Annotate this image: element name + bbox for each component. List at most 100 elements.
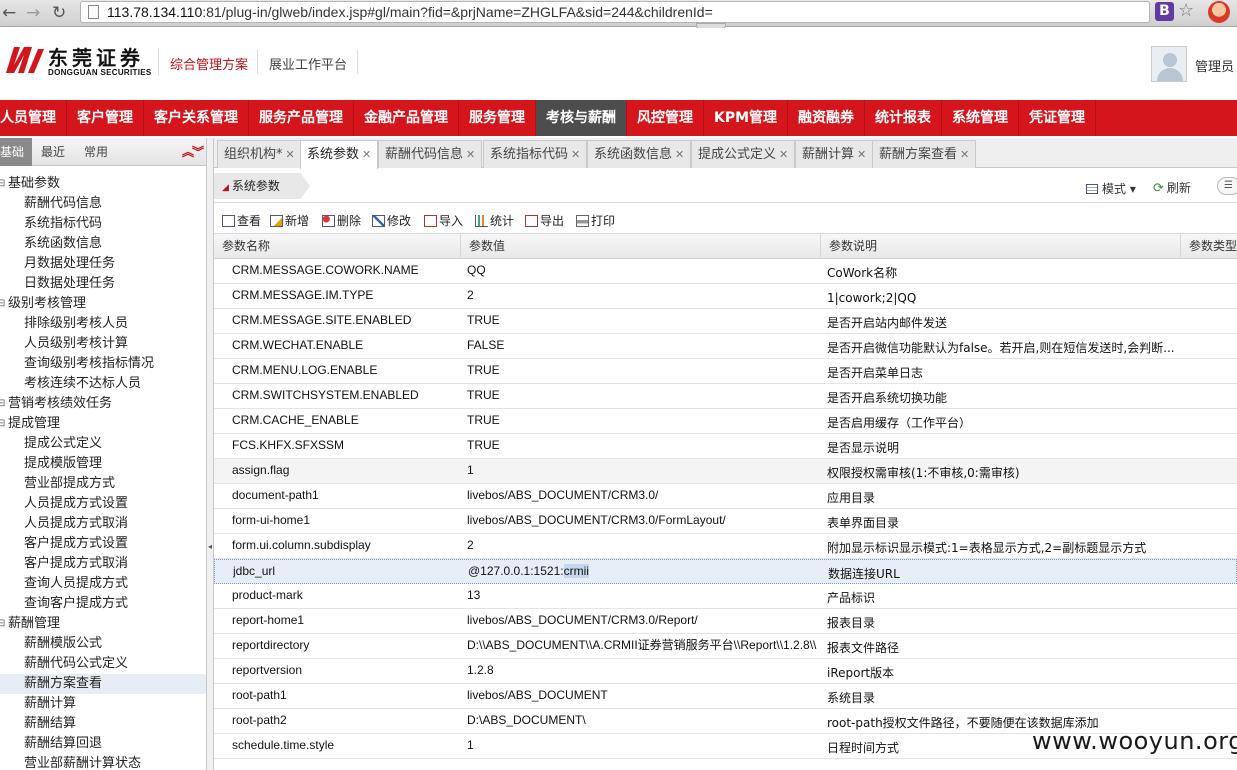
nav-item-voucher[interactable]: 凭证管理 xyxy=(1019,100,1097,136)
tree-expander-icon[interactable]: ⊟ xyxy=(0,394,5,414)
table-row[interactable]: report-home1 livebos/ABS_DOCUMENT/CRM3.0/… xyxy=(214,609,1237,634)
nav-item-service[interactable]: 服务管理 xyxy=(459,100,536,136)
nav-item-customer[interactable]: 客户管理 xyxy=(67,100,144,136)
tab-salary-plan[interactable]: 薪酬方案查看 ✕ xyxy=(872,140,977,168)
back-arrow-icon[interactable]: ← xyxy=(2,3,16,23)
table-row[interactable]: document-path1 livebos/ABS_DOCUMENT/CRM3.… xyxy=(214,484,1237,509)
tree-item[interactable]: 客户提成方式取消 xyxy=(0,554,206,574)
tree-item[interactable]: 薪酬结算回退 xyxy=(0,734,206,754)
tree-item[interactable]: 排除级别考核人员 xyxy=(0,314,206,334)
tab-salary-calc[interactable]: 薪酬计算 ✕ xyxy=(795,140,874,168)
tab-org[interactable]: 组织机构* ✕ xyxy=(217,140,302,168)
add-button[interactable]: 新增 xyxy=(270,212,309,229)
tree-item[interactable]: 营业部提成方式 xyxy=(0,474,206,494)
header-link-workbench[interactable]: 展业工作平台 xyxy=(269,54,347,73)
header-link-management[interactable]: 综合管理方案 xyxy=(170,54,248,73)
tree-item[interactable]: 提成模版管理 xyxy=(0,454,206,474)
tab-close-icon[interactable]: ✕ xyxy=(960,148,969,161)
user-avatar[interactable] xyxy=(1151,46,1187,82)
tab-system-index[interactable]: 系统指标代码 ✕ xyxy=(483,140,588,168)
tree-item[interactable]: 考核连续不达标人员 xyxy=(0,374,206,394)
tree-folder[interactable]: ⊟ 营销考核绩效任务 xyxy=(0,394,206,414)
tree-item[interactable]: 系统函数信息 xyxy=(0,234,206,254)
list-toggle-icon[interactable]: ☰ xyxy=(1217,177,1237,195)
column-header-desc[interactable]: 参数说明 xyxy=(821,234,1181,259)
tab-system-params[interactable]: 系统参数 ✕ xyxy=(300,140,379,169)
table-row[interactable]: assign.flag 1 权限授权需审核(1:不审核,0:需审核) xyxy=(214,459,1237,484)
table-row[interactable]: reportversion 1.2.8 iReport版本 xyxy=(214,659,1237,684)
tree-item[interactable]: 月数据处理任务 xyxy=(0,254,206,274)
collapse-left-icon[interactable]: ◂ xyxy=(208,542,212,551)
tab-system-function[interactable]: 系统函数信息 ✕ xyxy=(587,140,692,168)
nav-item-personnel[interactable]: 人员管理 xyxy=(0,100,67,136)
sidebar-tab-favorites[interactable]: 常用 xyxy=(76,138,116,166)
table-row[interactable]: FCS.KHFX.SFXSSM TRUE 是否显示说明 xyxy=(214,434,1237,459)
tree-item[interactable]: 薪酬方案查看 xyxy=(0,674,206,694)
column-header-name[interactable]: 参数名称 xyxy=(214,234,461,259)
nav-item-service-product[interactable]: 服务产品管理 xyxy=(249,100,354,136)
profile-avatar-icon[interactable] xyxy=(1208,1,1230,23)
nav-item-assessment-salary[interactable]: 考核与薪酬 xyxy=(536,100,627,136)
tab-close-icon[interactable]: ✕ xyxy=(466,148,475,161)
tab-close-icon[interactable]: ✕ xyxy=(571,148,580,161)
nav-item-margin[interactable]: 融资融券 xyxy=(788,100,866,136)
sidebar-tab-basic[interactable]: 基础 xyxy=(0,138,32,166)
tree-item[interactable]: 营业部薪酬计算状态 xyxy=(0,754,206,770)
tab-close-icon[interactable]: ✕ xyxy=(286,148,295,161)
table-row[interactable]: product-mark 13 产品标识 xyxy=(214,584,1237,609)
view-button[interactable]: 查看 xyxy=(222,212,261,229)
tree-folder[interactable]: ⊟ 基础参数 xyxy=(0,174,206,194)
delete-button[interactable]: 删除 xyxy=(322,212,361,229)
import-button[interactable]: 导入 xyxy=(424,212,463,229)
view-mode-dropdown[interactable]: 模式 ▾ xyxy=(1086,180,1136,197)
tree-item[interactable]: 系统指标代码 xyxy=(0,214,206,234)
table-row[interactable]: CRM.WECHAT.ENABLE FALSE 是否开启微信功能默认为false。若… xyxy=(214,334,1237,359)
table-row[interactable]: form.ui.column.subdisplay 2 附加显示标识显示模式:1=表… xyxy=(214,534,1237,559)
tree-item[interactable]: 日数据处理任务 xyxy=(0,274,206,294)
nav-item-financial-product[interactable]: 金融产品管理 xyxy=(354,100,459,136)
tree-folder[interactable]: ⊟ 薪酬管理 xyxy=(0,614,206,634)
address-bar[interactable]: 113.78.134.110:81/plug-in/glweb/index.js… xyxy=(80,1,1150,23)
tree-folder[interactable]: ⊟ 提成管理 xyxy=(0,414,206,434)
tree-item[interactable]: 薪酬结算 xyxy=(0,714,206,734)
bookmark-star-icon[interactable]: ☆ xyxy=(1178,0,1194,21)
edit-button[interactable]: 修改 xyxy=(372,212,411,229)
tree-item[interactable]: 薪酬代码信息 xyxy=(0,194,206,214)
reload-icon[interactable]: ↻ xyxy=(52,3,66,23)
tab-close-icon[interactable]: ✕ xyxy=(779,148,788,161)
nav-item-crm[interactable]: 客户关系管理 xyxy=(144,100,249,136)
tree-expander-icon[interactable]: ⊟ xyxy=(0,614,5,634)
table-row[interactable]: CRM.SWITCHSYSTEM.ENABLED TRUE 是否开启系统切换功能 xyxy=(214,384,1237,409)
tree-expander-icon[interactable]: ⊟ xyxy=(0,414,5,434)
table-row[interactable]: CRM.MESSAGE.IM.TYPE 2 1|cowork;2|QQ xyxy=(214,284,1237,309)
tab-close-icon[interactable]: ✕ xyxy=(362,148,371,161)
table-row[interactable]: CRM.MESSAGE.SITE.ENABLED TRUE 是否开启站内邮件发送 xyxy=(214,309,1237,334)
tab-salary-code[interactable]: 薪酬代码信息 ✕ xyxy=(378,140,483,168)
tree-item[interactable]: 人员级别考核计算 xyxy=(0,334,206,354)
tree-item[interactable]: 人员提成方式设置 xyxy=(0,494,206,514)
table-row[interactable]: CRM.MENU.LOG.ENABLE TRUE 是否开启菜单日志 xyxy=(214,359,1237,384)
tree-item[interactable]: 人员提成方式取消 xyxy=(0,514,206,534)
export-button[interactable]: 导出 xyxy=(525,212,564,229)
tree-expander-icon[interactable]: ⊟ xyxy=(0,294,5,314)
table-row[interactable]: jdbc_url @127.0.0.1:1521:crmii 数据连接URL xyxy=(214,559,1237,584)
table-row[interactable]: root-path1 livebos/ABS_DOCUMENT 系统目录 xyxy=(214,684,1237,709)
nav-item-risk[interactable]: 风控管理 xyxy=(627,100,704,136)
table-row[interactable]: reportdirectory D:\\ABS_DOCUMENT\\A.CRMII… xyxy=(214,634,1237,659)
tree-expander-icon[interactable]: ⊟ xyxy=(0,174,5,194)
tab-commission-formula[interactable]: 提成公式定义 ✕ xyxy=(691,140,796,168)
user-name[interactable]: 管理员 xyxy=(1195,56,1234,75)
column-header-value[interactable]: 参数值 xyxy=(461,234,821,259)
collapse-chevrons-icon[interactable]: ︽︾ xyxy=(182,143,204,160)
tree-item[interactable]: 客户提成方式设置 xyxy=(0,534,206,554)
tree-item[interactable]: 薪酬代码公式定义 xyxy=(0,654,206,674)
tab-close-icon[interactable]: ✕ xyxy=(857,148,866,161)
sidebar-splitter[interactable]: ◂ xyxy=(207,138,214,770)
extension-b-icon[interactable]: B xyxy=(1155,2,1174,21)
tree-item[interactable]: 薪酬模版公式 xyxy=(0,634,206,654)
table-row[interactable]: form-ui-home1 livebos/ABS_DOCUMENT/CRM3.0… xyxy=(214,509,1237,534)
tree-item[interactable]: 薪酬计算 xyxy=(0,694,206,714)
refresh-button[interactable]: ⟳ 刷新 xyxy=(1153,179,1191,196)
column-header-type[interactable]: 参数类型 xyxy=(1181,234,1237,259)
tree-item[interactable]: 查询人员提成方式 xyxy=(0,574,206,594)
